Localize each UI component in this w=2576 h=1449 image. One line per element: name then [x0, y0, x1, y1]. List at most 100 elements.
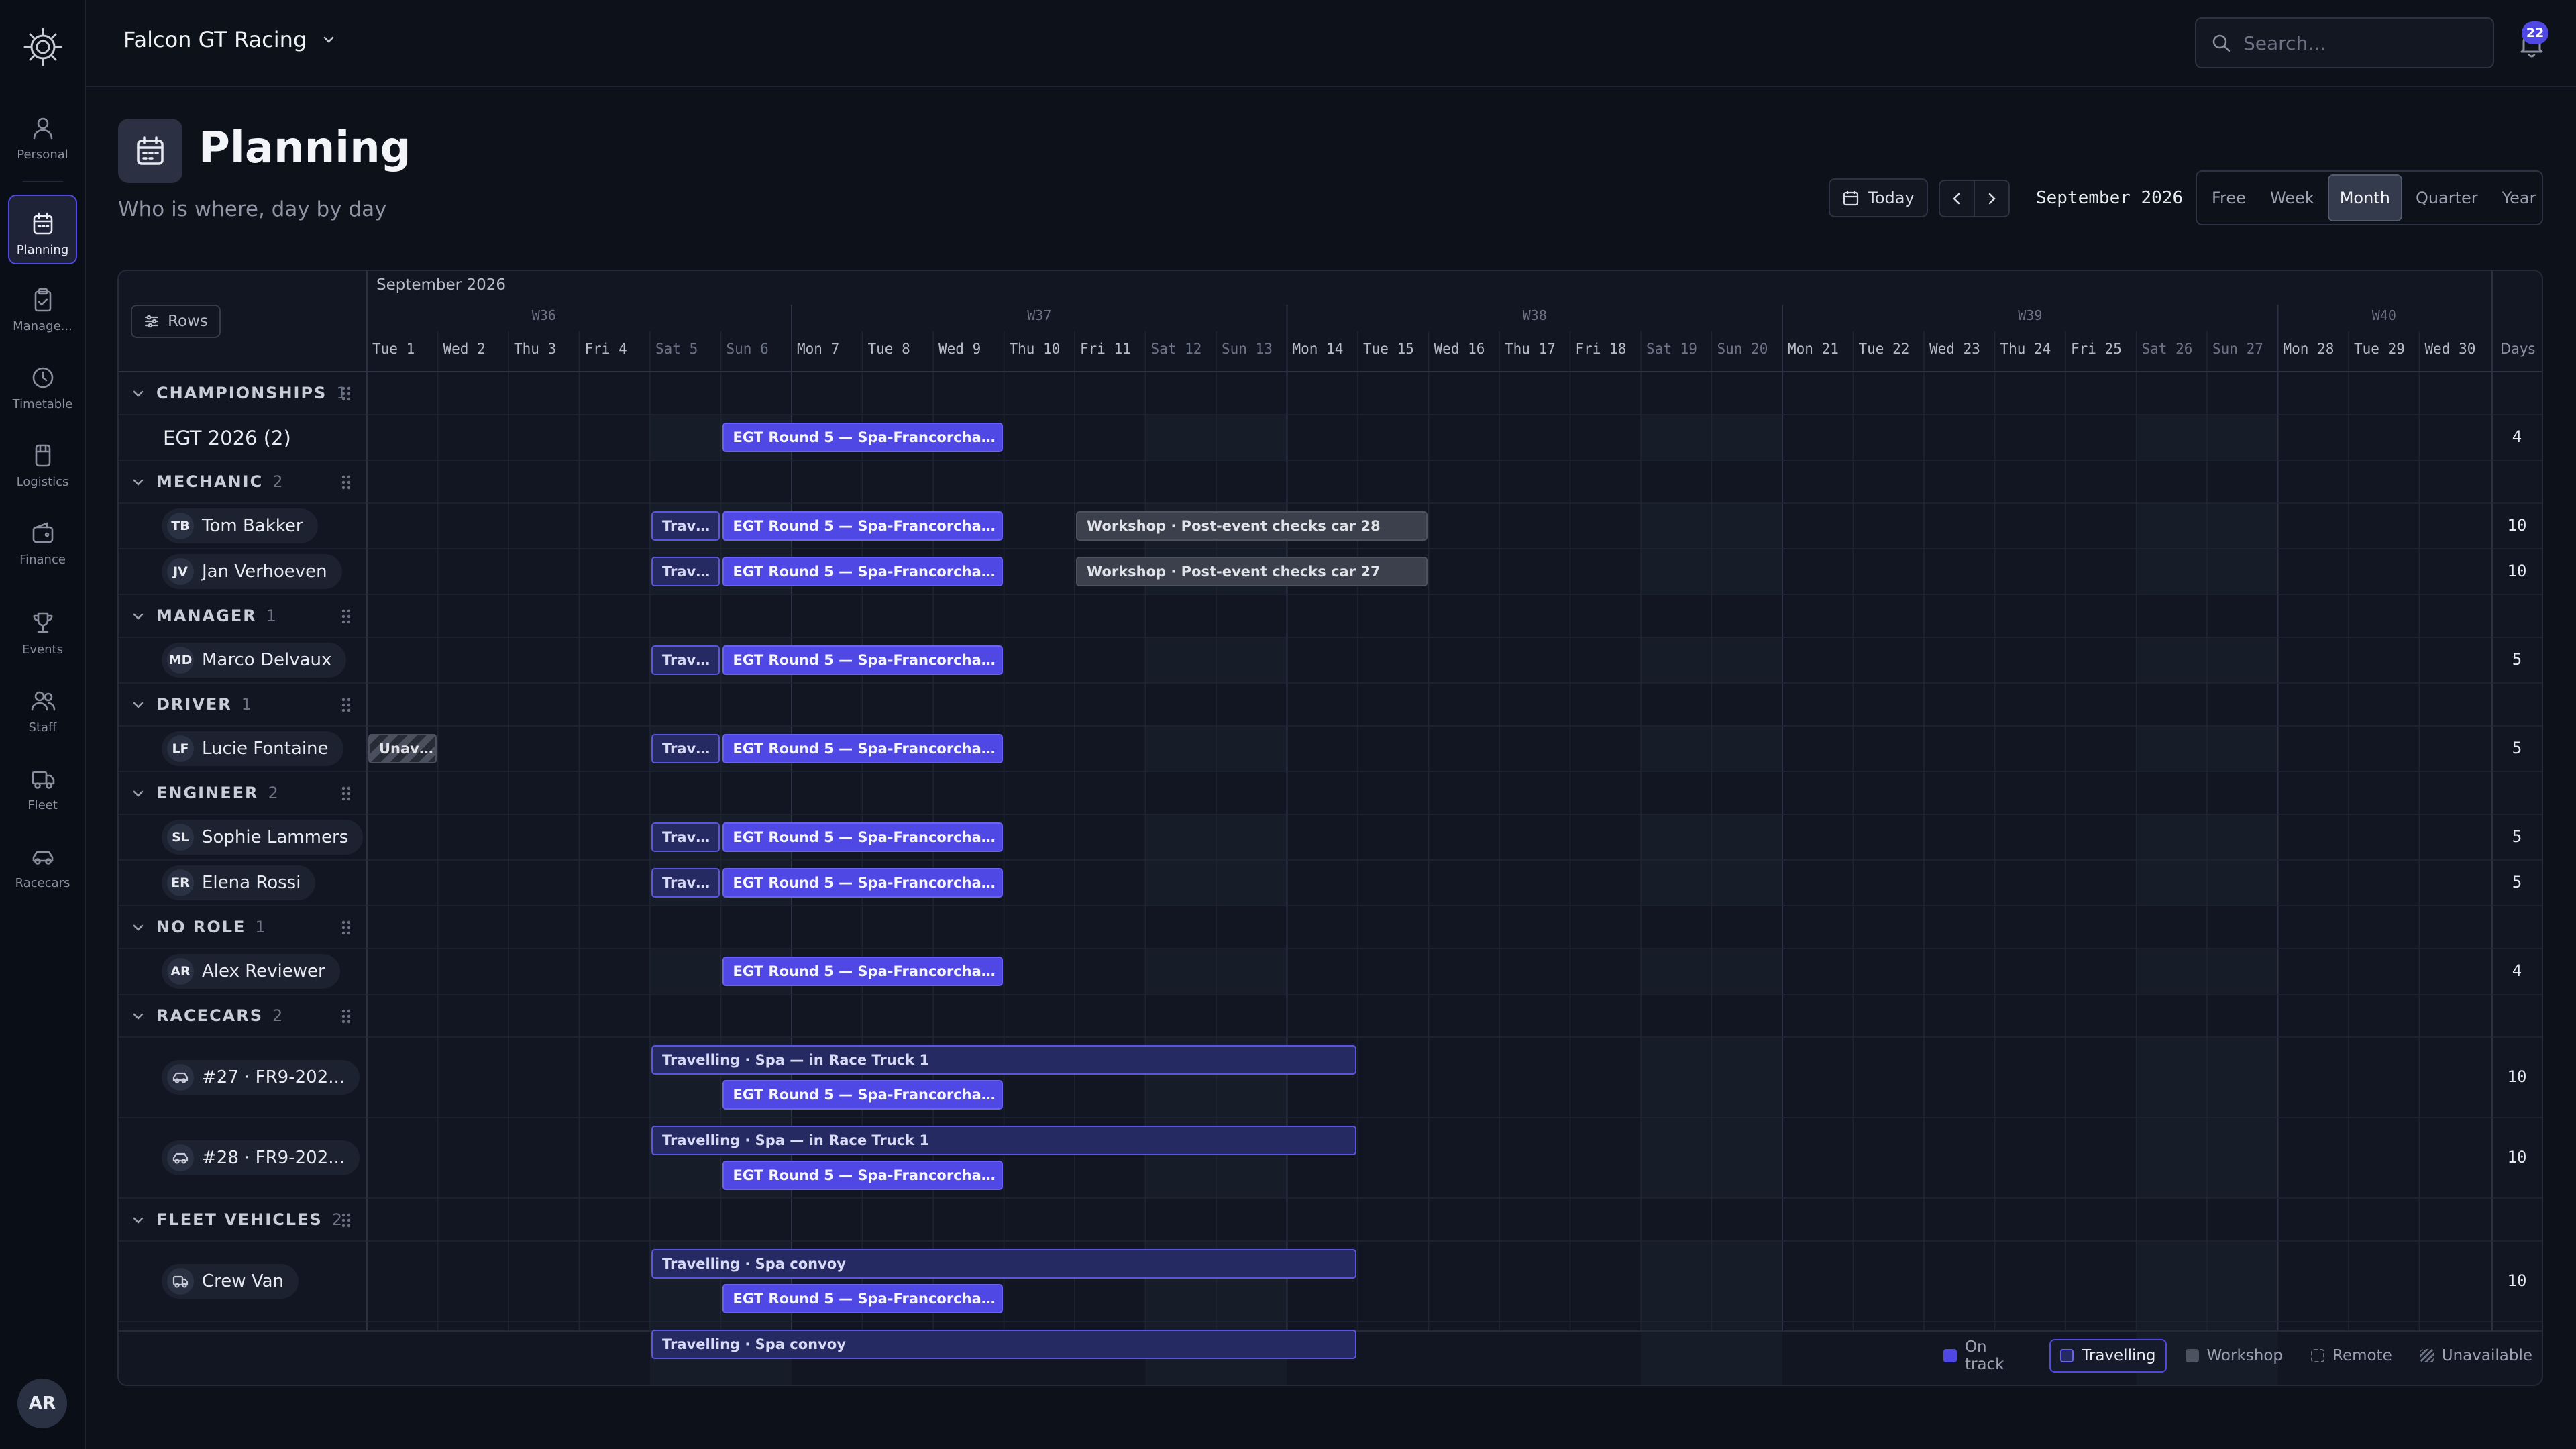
next-button[interactable] — [1974, 180, 2010, 217]
event-bar-ontrack[interactable]: EGT Round 5 — Spa-Francorchamps — [722, 1161, 1003, 1190]
group-label: CHAMPIONSHIPS — [156, 384, 327, 402]
nav-item-planning[interactable]: Planning — [8, 195, 77, 264]
event-bar-ontrack[interactable]: EGT Round 5 — Spa-Francorchamps — [722, 822, 1003, 852]
chevron-down-icon[interactable] — [131, 920, 146, 938]
person-chip[interactable]: AR Alex Reviewer — [162, 954, 340, 989]
van-icon — [167, 1268, 194, 1295]
view-year-button[interactable]: Year — [2491, 174, 2547, 221]
event-bar-ontrack[interactable]: EGT Round 5 — Spa-Francorchamps — [722, 423, 1003, 452]
nav-item-manage[interactable]: Manage... — [8, 272, 77, 342]
event-bar-travel[interactable]: Trave... — [651, 645, 720, 675]
nav-item-staff[interactable]: Staff — [8, 674, 77, 743]
view-week-button[interactable]: Week — [2259, 174, 2325, 221]
person-chip[interactable]: MD Marco Delvaux — [162, 643, 347, 678]
nav-item-timetable[interactable]: Timetable — [8, 350, 77, 420]
vehicle-chip[interactable]: #27 · FR9-202... — [162, 1060, 360, 1095]
chevron-down-icon[interactable] — [131, 698, 146, 715]
row-label: Tom Bakker — [202, 516, 303, 536]
nav-item-logistics[interactable]: Logistics — [8, 428, 77, 498]
event-bar-workshop[interactable]: Workshop · Post-event checks car 28 — [1076, 511, 1428, 541]
chevron-down-icon[interactable] — [131, 386, 146, 404]
chevron-down-icon[interactable] — [131, 1009, 146, 1026]
day-header: Sat 19 — [1646, 341, 1697, 357]
person-chip[interactable]: SL Sophie Lammers — [162, 820, 364, 855]
drag-handle-icon[interactable] — [340, 696, 352, 716]
nav-item-personal[interactable]: Personal — [8, 101, 77, 170]
team-switcher[interactable]: Falcon GT Racing — [123, 27, 336, 52]
legend-item-unavailable[interactable]: Unavailable — [2411, 1339, 2542, 1373]
event-bar-ontrack[interactable]: EGT Round 5 — Spa-Francorchamps — [722, 1284, 1003, 1313]
view-free-button[interactable]: Free — [2201, 174, 2257, 221]
event-bar-travel[interactable]: Trave... — [651, 822, 720, 852]
day-header: Sun 6 — [726, 341, 769, 357]
chevron-down-icon[interactable] — [131, 786, 146, 804]
legend-label: Travelling — [2082, 1347, 2156, 1364]
drag-handle-icon[interactable] — [340, 385, 352, 405]
vehicle-chip[interactable]: Crew Van — [162, 1264, 299, 1299]
drag-handle-icon[interactable] — [340, 1212, 352, 1232]
view-month-button[interactable]: Month — [2327, 174, 2402, 221]
event-bar-travel[interactable]: Trave... — [651, 868, 720, 898]
nav-item-finance[interactable]: Finance — [8, 506, 77, 576]
search-icon — [2212, 34, 2231, 52]
nav-item-events[interactable]: Events — [8, 596, 77, 665]
event-bar-ontrack[interactable]: EGT Round 5 — Spa-Francorchamps — [722, 734, 1003, 763]
row-label: Lucie Fontaine — [202, 739, 329, 759]
drag-handle-icon[interactable] — [340, 608, 352, 628]
prev-button[interactable] — [1939, 180, 1975, 217]
person-chip[interactable]: LF Lucie Fontaine — [162, 731, 343, 766]
planning-grid: Rows September 2026 Days Tue 1 Wed 2 Thu 3… — [117, 270, 2543, 1386]
event-bar-travel[interactable]: Travelling · Spa — in Race Truck 1 — [651, 1126, 1356, 1155]
group-row-bg — [119, 771, 2542, 814]
drag-handle-icon[interactable] — [340, 785, 352, 805]
event-bar-ontrack[interactable]: EGT Round 5 — Spa-Francorchamps — [722, 511, 1003, 541]
legend-item-travelling[interactable]: Travelling — [2049, 1339, 2167, 1373]
event-bar-workshop[interactable]: Workshop · Post-event checks car 27 — [1076, 557, 1428, 586]
group-header: RACECARS 2 — [156, 1006, 282, 1025]
event-bar-travel[interactable]: Trave... — [651, 511, 720, 541]
chevron-down-icon[interactable] — [131, 609, 146, 627]
group-count: 1 — [266, 606, 276, 625]
event-bar-travel[interactable]: Trave... — [651, 557, 720, 586]
event-bar-travel[interactable]: Travelling · Spa convoy — [651, 1249, 1356, 1279]
user-avatar[interactable]: AR — [17, 1379, 67, 1428]
row-label: EGT 2026 (2) — [163, 427, 291, 449]
event-bar-unavail[interactable]: Unava... — [368, 734, 437, 763]
nav-item-racecars[interactable]: Racecars — [8, 829, 77, 899]
person-chip[interactable]: ER Elena Rossi — [162, 865, 316, 900]
drag-handle-icon[interactable] — [340, 919, 352, 939]
person-chip[interactable]: JV Jan Verhoeven — [162, 554, 342, 589]
users-icon — [8, 688, 77, 714]
event-bar-travel[interactable]: Trave... — [651, 734, 720, 763]
rows-button[interactable]: Rows — [131, 305, 221, 338]
avatar-initials: SL — [167, 824, 194, 851]
nav-item-label: Staff — [28, 720, 57, 735]
group-row-bg — [119, 1198, 2542, 1241]
drag-handle-icon[interactable] — [340, 1008, 352, 1028]
logo-icon[interactable] — [22, 26, 64, 68]
legend-item-remote[interactable]: Remote — [2302, 1339, 2402, 1373]
notification-badge: 22 — [2522, 21, 2548, 44]
legend-item-workshop[interactable]: Workshop — [2176, 1339, 2292, 1373]
vehicle-chip[interactable]: #28 · FR9-202... — [162, 1140, 360, 1175]
search-box[interactable] — [2195, 17, 2494, 68]
search-input[interactable] — [2243, 32, 2471, 54]
legend-item-on-track[interactable]: On track — [1934, 1338, 2040, 1373]
drag-handle-icon[interactable] — [340, 474, 352, 494]
event-bar-ontrack[interactable]: EGT Round 5 — Spa-Francorchamps — [722, 1080, 1003, 1110]
today-button[interactable]: Today — [1829, 178, 1928, 217]
event-bar-ontrack[interactable]: EGT Round 5 — Spa-Francorchamps — [722, 645, 1003, 675]
nav-item-fleet[interactable]: Fleet — [8, 751, 77, 821]
page-calendar-icon — [118, 119, 182, 183]
event-bar-ontrack[interactable]: EGT Round 5 — Spa-Francorchamps — [722, 868, 1003, 898]
group-count: 1 — [255, 918, 266, 936]
chevron-down-icon[interactable] — [131, 475, 146, 492]
event-bar-ontrack[interactable]: EGT Round 5 — Spa-Francorchamps — [722, 557, 1003, 586]
view-quarter-button[interactable]: Quarter — [2405, 174, 2489, 221]
person-chip[interactable]: TB Tom Bakker — [162, 508, 318, 543]
chevron-down-icon[interactable] — [131, 1213, 146, 1230]
event-bar-ontrack[interactable]: EGT Round 5 — Spa-Francorchamps — [722, 957, 1003, 986]
event-bar-travel[interactable]: Travelling · Spa convoy — [651, 1330, 1356, 1359]
day-header: Mon 14 — [1292, 341, 1344, 357]
event-bar-travel[interactable]: Travelling · Spa — in Race Truck 1 — [651, 1045, 1356, 1075]
